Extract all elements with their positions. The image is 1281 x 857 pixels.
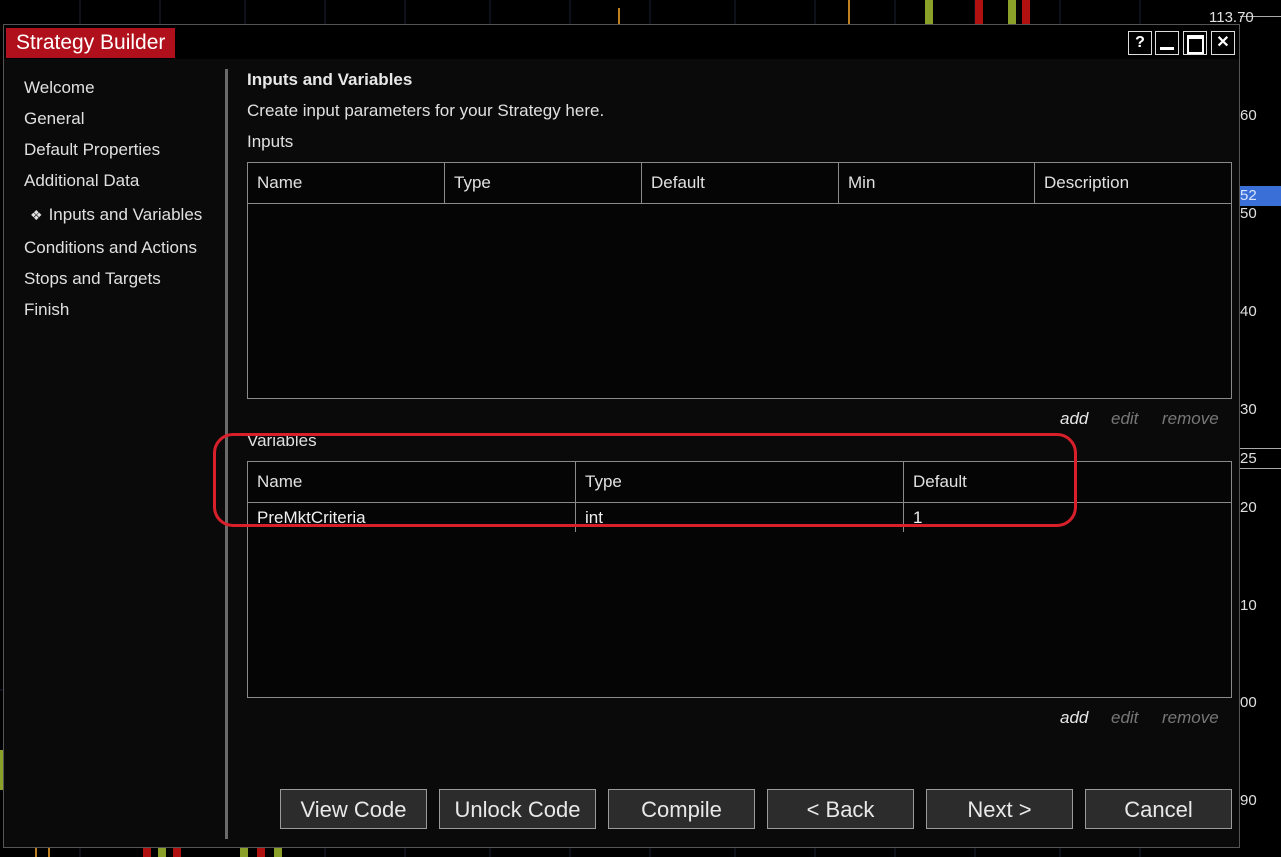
price-label: 30 <box>1240 401 1257 418</box>
page-title: Inputs and Variables <box>247 70 413 89</box>
inputs-grid[interactable]: Name Type Default Min Description <box>247 162 1232 399</box>
inputs-grid-header: Name Type Default Min Description <box>248 163 1231 204</box>
column-header-min[interactable]: Min <box>839 163 1035 203</box>
diamond-bullet-icon: ❖ <box>30 207 43 223</box>
price-label: 90 <box>1240 792 1257 809</box>
price-axis <box>1240 0 1281 857</box>
price-label: 20 <box>1240 499 1257 516</box>
nav-item-conditions-and-actions[interactable]: Conditions and Actions <box>24 238 197 258</box>
wizard-nav: Welcome General Default Properties Addit… <box>4 59 226 845</box>
column-header-default[interactable]: Default <box>642 163 838 203</box>
nav-item-general[interactable]: General <box>24 109 84 129</box>
inputs-add-button[interactable]: add <box>1060 409 1088 429</box>
nav-item-label: Inputs and Variables <box>48 205 203 224</box>
inputs-edit-button[interactable]: edit <box>1111 409 1138 429</box>
column-header-description[interactable]: Description <box>1035 163 1231 203</box>
cancel-button[interactable]: Cancel <box>1085 789 1232 829</box>
price-label: 40 <box>1240 303 1257 320</box>
nav-item-stops-and-targets[interactable]: Stops and Targets <box>24 269 161 289</box>
price-label: 50 <box>1240 205 1257 222</box>
inputs-remove-button[interactable]: remove <box>1162 409 1219 429</box>
nav-item-finish[interactable]: Finish <box>24 300 69 320</box>
column-header-name[interactable]: Name <box>248 163 444 203</box>
view-code-button[interactable]: View Code <box>280 789 427 829</box>
annotation-highlight <box>213 433 1077 527</box>
back-button[interactable]: < Back <box>767 789 914 829</box>
nav-item-additional-data[interactable]: Additional Data <box>24 171 139 191</box>
nav-item-inputs-and-variables[interactable]: ❖ Inputs and Variables <box>30 205 202 225</box>
price-label: 60 <box>1240 107 1257 124</box>
variables-edit-button[interactable]: edit <box>1111 708 1138 728</box>
page-description: Create input parameters for your Strateg… <box>247 101 605 120</box>
nav-item-welcome[interactable]: Welcome <box>24 78 95 98</box>
price-label: 00 <box>1240 694 1257 711</box>
next-button[interactable]: Next > <box>926 789 1073 829</box>
current-price-marker: 52 <box>1240 186 1281 206</box>
window-title: Strategy Builder <box>6 28 176 58</box>
price-label: 10 <box>1240 597 1257 614</box>
price-tick <box>1240 468 1281 469</box>
compile-button[interactable]: Compile <box>608 789 755 829</box>
price-tick <box>1240 448 1281 449</box>
variables-remove-button[interactable]: remove <box>1162 708 1219 728</box>
unlock-code-button[interactable]: Unlock Code <box>439 789 596 829</box>
inputs-label: Inputs <box>247 132 294 151</box>
variables-add-button[interactable]: add <box>1060 708 1088 728</box>
column-header-type[interactable]: Type <box>445 163 641 203</box>
nav-item-default-properties[interactable]: Default Properties <box>24 140 160 160</box>
price-label: 25 <box>1240 450 1257 467</box>
